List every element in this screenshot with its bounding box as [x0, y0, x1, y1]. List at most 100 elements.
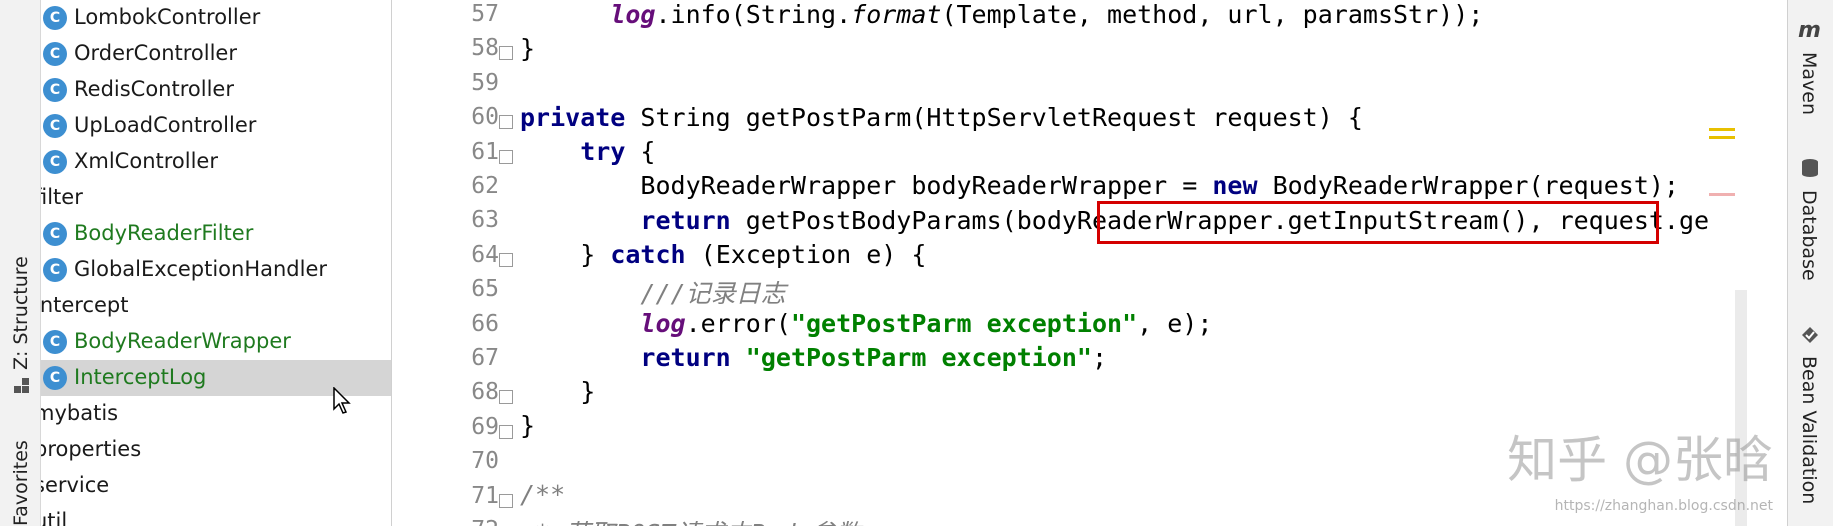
tree-item-class[interactable]: C BodyReaderFilter: [41, 216, 391, 252]
log-field-token: log: [640, 309, 686, 338]
bean-validation-icon: [1801, 326, 1819, 348]
tree-item-label: BodyReaderFilter: [74, 221, 254, 245]
class-icon: C: [43, 6, 67, 30]
class-icon: C: [43, 150, 67, 174]
code-line-72: * 获取POST请求中Body参数: [520, 514, 861, 526]
tree-item-label: util: [41, 509, 68, 526]
tree-item-label: LombokController: [74, 5, 261, 29]
fold-marker-icon[interactable]: [499, 424, 513, 439]
code-line-67: return "getPostParm exception";: [520, 343, 1107, 377]
project-tree: C LombokController C OrderController C RedisC…: [41, 0, 392, 526]
line-number: 62: [471, 173, 499, 199]
tree-item-label: InterceptLog: [74, 365, 207, 389]
tree-item-package[interactable]: properties: [41, 432, 391, 468]
error-marker[interactable]: [1709, 193, 1735, 196]
tree-item-label: intercept: [41, 293, 129, 317]
tree-item-label: OrderController: [74, 41, 237, 65]
tree-item-label: properties: [41, 437, 142, 461]
database-tool-tab[interactable]: Database: [1798, 190, 1820, 281]
structure-tab-label: Z: Structure: [10, 256, 32, 370]
tree-item-package[interactable]: service: [41, 468, 391, 504]
tree-item-class[interactable]: C BodyReaderWrapper: [41, 324, 391, 360]
fold-marker-icon[interactable]: [499, 149, 513, 164]
code-line-66: log.error("getPostParm exception", e);: [520, 309, 1212, 343]
maven-icon: m: [1798, 18, 1821, 43]
code-line-65: ///记录日志: [520, 274, 786, 308]
code-line-71: /**: [520, 480, 566, 509]
line-number: 70: [471, 448, 499, 475]
class-icon: C: [43, 78, 67, 102]
tree-item-package[interactable]: filter: [41, 180, 391, 216]
code-token: {: [625, 137, 656, 166]
fold-marker-icon[interactable]: [499, 493, 513, 508]
tree-item-label: RedisController: [74, 77, 234, 101]
tree-item-package[interactable]: util: [41, 504, 391, 526]
class-icon: C: [43, 222, 67, 246]
code-token: }: [580, 377, 596, 406]
log-field-token: log: [610, 0, 656, 29]
tree-item-class[interactable]: C GlobalExceptionHandler: [41, 252, 391, 288]
code-token: , e);: [1137, 309, 1213, 338]
class-icon: C: [43, 114, 67, 138]
line-number: 58: [471, 35, 499, 62]
line-number: 64: [471, 241, 499, 268]
code-token: (Exception e) {: [685, 240, 927, 269]
watermark: 知乎 @张晗: [1507, 431, 1773, 489]
code-line-60: private String getPostParm(HttpServletRe…: [520, 103, 1363, 137]
mouse-cursor-icon: [333, 386, 353, 419]
tree-item-label: XmlController: [74, 149, 218, 173]
bean-validation-tool-tab[interactable]: Bean Validation: [1798, 356, 1820, 504]
tree-item-label: BodyReaderWrapper: [74, 329, 291, 353]
line-number: 59: [471, 69, 499, 96]
tree-item-class[interactable]: C LombokController: [41, 0, 391, 36]
line-number: 61: [471, 138, 499, 165]
fold-marker-icon[interactable]: [499, 252, 513, 267]
favorites-tab-label: Favorites: [10, 440, 32, 526]
code-token: .error(: [685, 309, 791, 338]
fold-marker-icon[interactable]: [499, 115, 513, 130]
tree-item-class[interactable]: C RedisController: [41, 72, 391, 108]
line-number: 57: [471, 1, 499, 27]
code-line-61: try {: [520, 137, 655, 171]
class-icon: C: [43, 366, 67, 390]
warning-marker[interactable]: [1709, 136, 1735, 139]
code-line-58: }: [520, 34, 536, 63]
line-number: 72: [439, 517, 499, 526]
fold-marker-icon[interactable]: [499, 46, 513, 61]
code-token: BodyReaderWrapper bodyReaderWrapper =: [640, 171, 1213, 200]
keyword-token: new: [1212, 171, 1258, 200]
tree-item-class[interactable]: C OrderController: [41, 36, 391, 72]
tree-item-package[interactable]: intercept: [41, 288, 391, 324]
class-icon: C: [43, 42, 67, 66]
code-token: .info(String.: [655, 0, 852, 29]
code-token: ;: [1091, 343, 1108, 372]
code-token: (Template, method, url, paramsStr));: [941, 0, 1484, 29]
line-number: 63: [471, 207, 499, 234]
code-token: String getPostParm(HttpServletRequest re…: [625, 103, 1363, 132]
format-method-token: format: [851, 0, 942, 29]
keyword-token: try: [580, 137, 626, 166]
keyword-token: catch: [610, 240, 686, 269]
tree-item-label: service: [41, 473, 110, 497]
class-icon: C: [43, 330, 67, 354]
maven-tool-tab[interactable]: Maven: [1798, 52, 1820, 115]
keyword-token: private: [520, 103, 626, 132]
code-token: BodyReaderWrapper(request);: [1257, 171, 1679, 200]
line-number: 65: [471, 276, 499, 303]
line-number: 60: [471, 104, 499, 131]
editor-gutter: 57 58 59 60 61 62 63 64 65 66 67 68 69 70 71 72: [392, 0, 513, 526]
structure-icon: [14, 378, 30, 398]
comment-token: ///记录日志: [640, 279, 786, 308]
code-line-69: }: [520, 411, 536, 440]
line-number: 71: [471, 482, 499, 509]
warning-marker[interactable]: [1709, 128, 1735, 131]
fold-marker-icon[interactable]: [499, 390, 513, 405]
code-line-64: } catch (Exception e) {: [520, 240, 926, 274]
red-highlight-box: [1097, 201, 1659, 244]
tree-item-class[interactable]: C UpLoadController: [41, 108, 391, 144]
line-number: 66: [471, 310, 499, 337]
left-tool-strip: Z: Structure Favorites: [0, 0, 41, 526]
tree-item-class[interactable]: C XmlController: [41, 144, 391, 180]
string-token: "getPostParm exception": [730, 343, 1092, 372]
code-line-68: }: [520, 377, 595, 411]
